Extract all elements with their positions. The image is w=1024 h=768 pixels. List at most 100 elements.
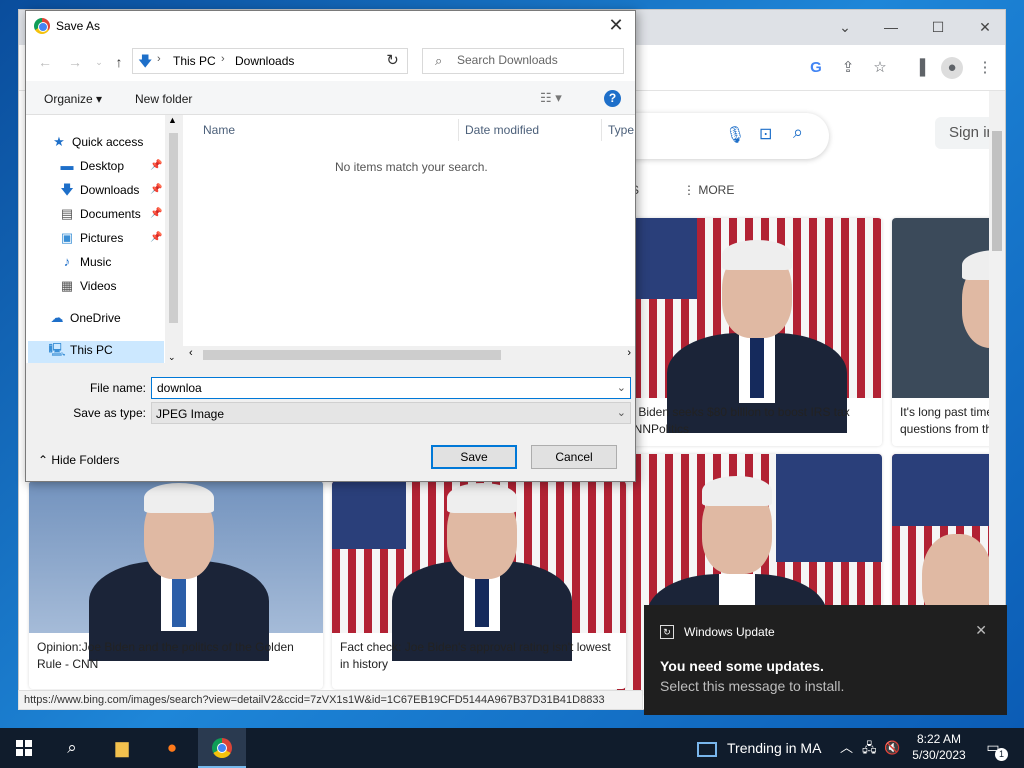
view-options-icon[interactable]: ☷ ▾ — [540, 90, 562, 106]
save-as-type-select[interactable]: JPEG Image ⌄ — [151, 402, 631, 424]
chevron-up-icon[interactable]: ︿ — [840, 728, 853, 768]
dialog-titlebar: Save As ✕ — [26, 11, 635, 41]
hide-folders-button[interactable]: ⌃ Hide Folders — [38, 453, 119, 467]
search-icon[interactable]: ⌕ — [48, 728, 96, 768]
bing-search-bar[interactable]: 🎙 ⊡ ⌕ — [619, 113, 829, 159]
image-caption[interactable]: Fact check: Joe Biden's approval rating … — [340, 639, 620, 673]
file-name-combobox[interactable]: ⌄ — [151, 377, 631, 399]
windows-logo-icon — [16, 740, 32, 756]
file-name-input[interactable] — [157, 381, 597, 395]
nav-item-this-pc[interactable]: 🖳 This PC — [48, 339, 112, 361]
recent-chevron-icon[interactable]: ⌄ — [90, 53, 108, 71]
side-panel-icon[interactable]: ▐ — [909, 57, 931, 79]
microphone-icon[interactable]: 🎙 — [725, 125, 745, 145]
breadcrumb-separator-icon: › — [221, 53, 225, 65]
column-separator[interactable] — [458, 119, 459, 141]
column-separator[interactable] — [601, 119, 602, 141]
volume-muted-icon[interactable]: 🔇 — [884, 728, 900, 768]
close-window-icon[interactable]: ✕ — [971, 16, 999, 38]
menu-kebab-icon[interactable]: ⋮ — [974, 57, 996, 79]
nav-item-downloads[interactable]: 🡇 Downloads 📌 — [58, 179, 162, 201]
nav-label: Quick access — [72, 135, 144, 149]
google-icon[interactable]: G — [805, 57, 827, 79]
nav-item-onedrive[interactable]: ☁ OneDrive — [48, 307, 121, 329]
address-bar[interactable]: 🡇 › This PC › Downloads ⌄ — [132, 48, 400, 74]
scrollbar-thumb[interactable] — [992, 131, 1002, 251]
file-list-horizontal-scrollbar[interactable]: ‹ › — [183, 346, 635, 363]
more-menu[interactable]: ⋮ MORE — [683, 183, 734, 197]
nav-label: Videos — [80, 279, 117, 293]
download-icon: 🡇 — [60, 182, 74, 197]
image-card[interactable]: nt Biden seeks $80 billion to boost IRS … — [617, 218, 882, 446]
cancel-button[interactable]: Cancel — [531, 445, 617, 469]
nav-item-quick-access[interactable]: ★ Quick access — [50, 131, 143, 153]
nav-item-documents[interactable]: ▤ Documents 📌 — [58, 203, 163, 225]
visual-search-icon[interactable]: ⊡ — [759, 124, 772, 144]
chevron-down-icon[interactable]: ⌄ — [831, 16, 859, 38]
search-downloads-box[interactable]: ⌕ — [422, 48, 624, 74]
new-folder-button[interactable]: New folder — [135, 92, 192, 106]
save-button[interactable]: Save — [431, 445, 517, 469]
start-button[interactable] — [0, 728, 48, 768]
scroll-up-icon[interactable]: ▲ — [168, 115, 177, 125]
system-clock[interactable]: 8:22 AM 5/30/2023 — [908, 731, 970, 763]
image-caption[interactable]: It's long past time questions from th — [900, 404, 991, 438]
image-card[interactable]: Opinion:Joe Biden and the politics of th… — [29, 481, 323, 689]
organize-button[interactable]: Organize ▾ — [44, 92, 102, 106]
back-arrow-icon[interactable]: ← — [36, 53, 54, 71]
file-list-pane: Name Date modified Type No items match y… — [183, 115, 635, 363]
image-caption[interactable]: nt Biden seeks $80 billion to boost IRS … — [625, 404, 876, 438]
pin-icon: 📌 — [150, 208, 163, 219]
clock-date: 5/30/2023 — [912, 748, 966, 762]
biden-photo — [332, 481, 626, 661]
search-icon[interactable]: ⌕ — [793, 122, 803, 143]
scrollbar-thumb[interactable] — [169, 133, 178, 323]
help-icon[interactable]: ? — [604, 90, 621, 107]
image-card[interactable]: It's long past time questions from th — [892, 218, 991, 446]
scrollbar-thumb[interactable] — [203, 350, 501, 360]
chevron-down-icon[interactable]: ⌄ — [617, 381, 626, 394]
nav-item-music[interactable]: ♪ Music — [58, 251, 112, 273]
scroll-down-icon[interactable]: ⌄ — [168, 352, 176, 363]
breadcrumb-this-pc[interactable]: This PC — [173, 54, 216, 68]
column-header-date-modified[interactable]: Date modified — [465, 123, 539, 137]
breadcrumb-downloads[interactable]: Downloads — [235, 54, 294, 68]
chrome-taskbar-icon[interactable] — [198, 728, 246, 768]
scroll-left-icon[interactable]: ‹ — [189, 347, 193, 359]
nav-item-videos[interactable]: ▦ Videos — [58, 275, 117, 297]
up-arrow-icon[interactable]: ↑ — [110, 53, 128, 71]
sign-in-button[interactable]: Sign in — [935, 117, 991, 149]
chevron-down-icon[interactable]: ⌄ — [617, 406, 626, 419]
download-folder-icon: 🡇 — [138, 53, 153, 69]
search-input[interactable] — [457, 53, 617, 67]
forward-arrow-icon[interactable]: → — [66, 53, 84, 71]
nav-pane-scrollbar[interactable]: ▲ ⌄ — [165, 115, 182, 363]
breadcrumb-separator-icon: › — [157, 53, 161, 65]
nav-item-pictures[interactable]: ▣ Pictures 📌 — [58, 227, 163, 249]
close-icon[interactable]: ✕ — [975, 622, 987, 639]
chevron-up-icon: ⌃ — [38, 453, 52, 467]
toast-body: Select this message to install. — [660, 678, 845, 694]
network-icon[interactable]: 🖧 — [862, 728, 877, 768]
scroll-right-icon[interactable]: › — [627, 347, 631, 359]
maximize-icon[interactable]: ☐ — [924, 16, 952, 38]
notification-center-icon[interactable]: ▭ 1 — [982, 736, 1008, 761]
profile-icon[interactable]: ● — [941, 57, 963, 79]
share-icon[interactable]: ⇪ — [837, 57, 859, 79]
firefox-icon[interactable]: ● — [148, 728, 196, 768]
image-card[interactable]: Fact check: Joe Biden's approval rating … — [332, 481, 626, 689]
minimize-icon[interactable]: — — [877, 16, 905, 38]
nav-item-desktop[interactable]: ▬ Desktop 📌 — [58, 155, 163, 177]
bookmark-star-icon[interactable]: ☆ — [869, 57, 891, 79]
close-icon[interactable]: ✕ — [605, 15, 627, 36]
toast-headline: You need some updates. — [660, 658, 824, 674]
file-explorer-icon[interactable]: ▆ — [98, 728, 146, 768]
column-header-type[interactable]: Type — [608, 123, 634, 137]
windows-update-notification[interactable]: ↻ Windows Update ✕ You need some updates… — [644, 605, 1007, 715]
taskbar: ⌕ ▆ ● Trending in MA ︿ 🖧 🔇 8:22 AM 5/30/… — [0, 728, 1024, 768]
search-icon: ⌕ — [435, 53, 443, 68]
column-header-name[interactable]: Name — [203, 123, 235, 137]
image-caption[interactable]: Opinion:Joe Biden and the politics of th… — [37, 639, 317, 673]
trending-widget[interactable]: Trending in MA — [697, 728, 821, 768]
refresh-button[interactable]: ↻ — [378, 48, 408, 74]
